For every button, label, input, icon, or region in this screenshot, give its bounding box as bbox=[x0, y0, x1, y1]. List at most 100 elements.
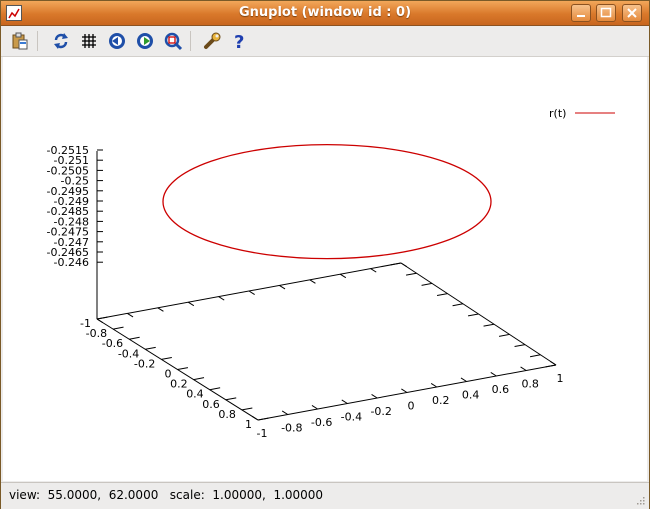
y-tick-label: 0.6 bbox=[202, 398, 220, 411]
x-tick-label: 0 bbox=[408, 400, 415, 413]
help-button[interactable]: ? bbox=[230, 31, 250, 53]
y-tick-label: 0.8 bbox=[218, 408, 236, 421]
x-tick-label: 0.4 bbox=[462, 389, 480, 402]
x-tick-mark-back bbox=[218, 296, 225, 301]
autoscale-button[interactable] bbox=[163, 31, 183, 51]
close-icon bbox=[627, 8, 637, 18]
z-tick-labels: -0.2515-0.251-0.2505-0.25-0.2495-0.249-0… bbox=[47, 144, 89, 269]
legend-label: r(t) bbox=[549, 107, 566, 120]
y-tick-mark-back bbox=[405, 272, 417, 276]
x-tick-mark bbox=[520, 366, 527, 371]
plot-area[interactable]: r(t) -0.2515 -0.251 -0.2505 -0.25 -0.2495 -0.… bbox=[3, 57, 647, 481]
y-tick-mark bbox=[161, 356, 172, 360]
x-tick-mark bbox=[401, 388, 408, 393]
zoom-previous-icon bbox=[109, 33, 125, 49]
toolbar: ? bbox=[1, 26, 649, 57]
y-tick-label: 1 bbox=[245, 418, 252, 431]
y-tick-mark bbox=[241, 407, 253, 411]
y-tick-mark bbox=[225, 397, 237, 401]
y-tick-mark bbox=[96, 316, 108, 320]
minimize-icon bbox=[577, 15, 585, 17]
x-tick-mark bbox=[430, 383, 438, 388]
toolbar-separator bbox=[37, 31, 38, 51]
x-tick-mark bbox=[371, 394, 378, 399]
x-tick-label: -1 bbox=[257, 427, 268, 440]
y-tick-label: 0.2 bbox=[170, 378, 188, 391]
y-tick-mark bbox=[177, 367, 189, 370]
x-tick-label: 0.6 bbox=[492, 383, 510, 396]
x-tick-label: -0.8 bbox=[281, 422, 302, 435]
x-tick-mark bbox=[281, 410, 289, 415]
x-tick-mark-back bbox=[187, 301, 195, 307]
x-tick-mark-back bbox=[96, 318, 103, 323]
series-r-t-curve bbox=[162, 143, 492, 260]
y-tick-labels: -1-0.8-0.6-0.4-0.200.20.40.60.81 bbox=[80, 317, 252, 431]
y-tick-mark bbox=[257, 417, 269, 421]
y-tick-mark-back bbox=[545, 364, 557, 368]
zoom-previous-button[interactable] bbox=[107, 31, 127, 51]
status-text: view: 55.0000, 62.0000 scale: 1.00000, 1… bbox=[9, 488, 324, 502]
refresh-icon bbox=[54, 33, 68, 49]
x-tick-label: 1 bbox=[557, 372, 564, 385]
resize-grip-icon[interactable] bbox=[635, 495, 645, 505]
z-tick-label: -0.246 bbox=[54, 256, 89, 269]
x-tick-label: 0.8 bbox=[521, 378, 539, 391]
window-title: Gnuplot (window id : 0) bbox=[238, 5, 412, 20]
x-tick-label: -0.6 bbox=[311, 416, 332, 429]
minimize-button[interactable] bbox=[571, 4, 591, 22]
x-tick-label: 0.2 bbox=[432, 394, 450, 407]
y-tick-mark bbox=[113, 326, 124, 330]
x-tick-mark-back bbox=[279, 284, 286, 290]
wrench-icon bbox=[204, 32, 221, 49]
x-tick-mark-back bbox=[157, 307, 164, 312]
zoom-next-icon bbox=[137, 33, 153, 49]
help-icon: ? bbox=[234, 32, 244, 53]
y-tick-mark-back bbox=[421, 282, 433, 286]
y-tick-mark-back bbox=[483, 323, 495, 327]
y-tick-label: -0.2 bbox=[134, 357, 155, 370]
x-tick-label: -0.4 bbox=[341, 411, 362, 424]
y-tick-mark bbox=[193, 377, 205, 381]
plot-canvas: r(t) -0.2515-0.251-0.2505-0.25-0.2495-0.… bbox=[47, 107, 615, 440]
options-button[interactable] bbox=[202, 31, 222, 51]
y-tick-mark-back bbox=[436, 293, 448, 297]
copy-clipboard-button[interactable] bbox=[10, 31, 30, 51]
x-tick-mark bbox=[490, 372, 497, 377]
x-tick-labels: -1 -0.8 -0.6 -0.4 -0.2 0 0.2 0.4 0.6 0.8 1 bbox=[257, 372, 564, 440]
autoscale-icon bbox=[164, 32, 183, 51]
x-tick-label: -0.2 bbox=[370, 405, 391, 418]
close-button[interactable] bbox=[622, 4, 642, 22]
x-tick-mark-back bbox=[370, 268, 377, 273]
grid-icon bbox=[82, 34, 96, 48]
y-tick-mark-back bbox=[514, 344, 526, 348]
y-tick-mark-back bbox=[529, 354, 541, 358]
x-tick-mark-back bbox=[127, 312, 134, 318]
x-tick-mark bbox=[252, 416, 259, 421]
y-tick-mark bbox=[209, 387, 221, 391]
x-tick-mark-back bbox=[339, 273, 347, 279]
y-tick-mark bbox=[129, 336, 140, 340]
maximize-button[interactable] bbox=[596, 4, 616, 22]
gnuplot-window: Gnuplot (window id : 0) ? r(t) -0.2515 -… bbox=[0, 0, 650, 509]
replot-button[interactable] bbox=[51, 31, 71, 51]
x-tick-mark bbox=[341, 399, 348, 404]
svg-text:?: ? bbox=[234, 32, 244, 51]
x-tick-mark-back bbox=[248, 290, 255, 295]
y-tick-mark bbox=[145, 346, 156, 350]
x-tick-mark bbox=[550, 361, 557, 366]
toolbar-separator bbox=[190, 31, 191, 51]
maximize-icon bbox=[600, 7, 612, 18]
y-tick-mark-back bbox=[467, 313, 479, 317]
clipboard-icon bbox=[12, 32, 28, 50]
x-tick-mark bbox=[311, 405, 318, 410]
zoom-next-button[interactable] bbox=[135, 31, 155, 51]
x-tick-mark-back bbox=[400, 262, 407, 267]
grid-button[interactable] bbox=[79, 31, 99, 51]
x-tick-mark bbox=[460, 377, 467, 382]
y-tick-label: 0.4 bbox=[186, 388, 204, 401]
title-bar[interactable]: Gnuplot (window id : 0) bbox=[1, 1, 649, 26]
x-tick-mark-back bbox=[309, 279, 316, 284]
y-tick-mark-back bbox=[452, 303, 464, 307]
y-tick-mark-back bbox=[498, 333, 510, 337]
y-tick-mark-back bbox=[390, 262, 402, 266]
